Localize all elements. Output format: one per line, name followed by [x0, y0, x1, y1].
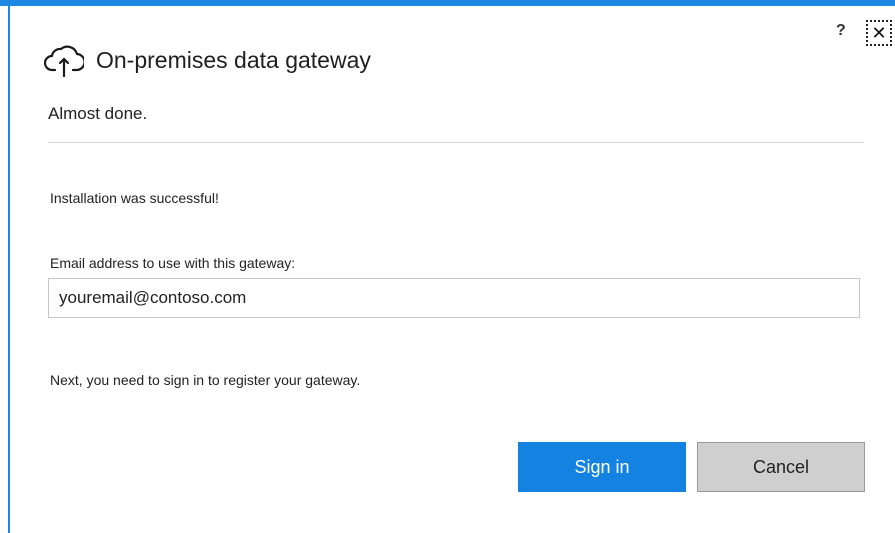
sign-in-button[interactable]: Sign in [518, 442, 686, 492]
success-message: Installation was successful! [50, 190, 219, 206]
page-title: On-premises data gateway [96, 46, 371, 73]
email-label: Email address to use with this gateway: [50, 255, 296, 271]
window-left-border [8, 6, 10, 533]
close-icon: ✕ [871, 22, 887, 43]
next-step-message: Next, you need to sign in to register yo… [50, 372, 361, 388]
cancel-button[interactable]: Cancel [697, 442, 865, 492]
email-field[interactable] [48, 278, 860, 318]
page-subtitle: Almost done. [48, 104, 148, 123]
help-button[interactable]: ? [836, 22, 846, 40]
divider [48, 142, 864, 143]
close-button[interactable]: ✕ [866, 20, 892, 46]
window-top-border [0, 0, 895, 6]
header: On-premises data gateway [44, 40, 371, 80]
dialog-window: ? ✕ On-premises data gateway Almost done… [0, 0, 895, 533]
cloud-upload-icon [44, 45, 84, 78]
